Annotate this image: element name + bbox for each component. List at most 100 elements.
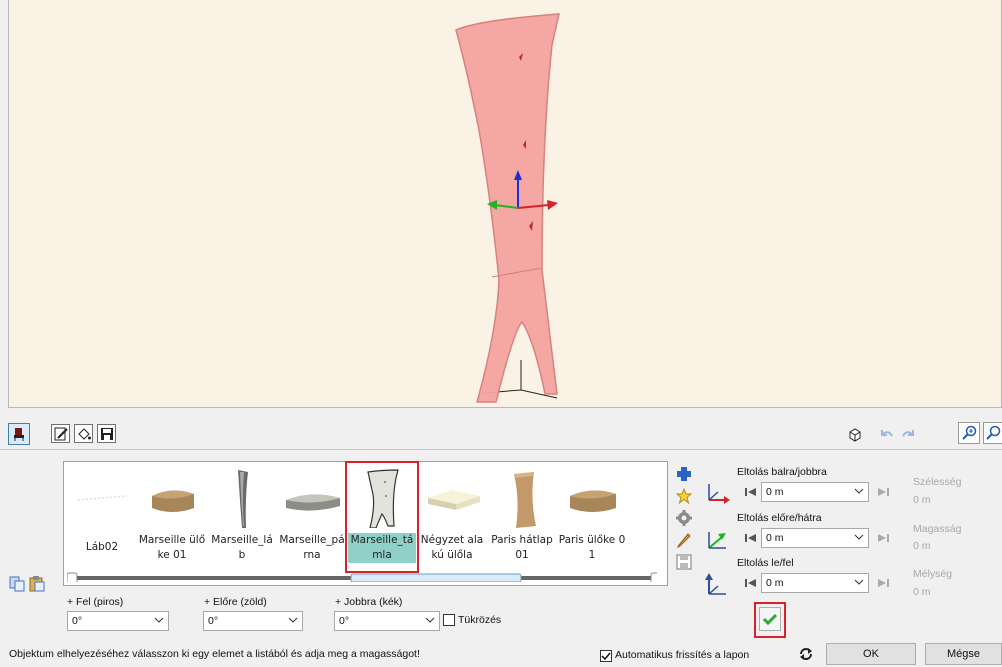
paris-seat-thumbnail <box>570 490 616 512</box>
zoom-out-button[interactable] <box>983 422 1002 444</box>
auto-refresh-checkbox[interactable] <box>600 650 612 662</box>
star-icon <box>676 488 692 504</box>
chair-back-model <box>455 13 560 403</box>
refresh-button[interactable] <box>794 643 818 665</box>
3d-viewport[interactable] <box>8 0 1002 408</box>
catalog-item-label: Láb02 <box>85 541 119 553</box>
rotation-forward-value: 0° <box>208 615 219 627</box>
undo-icon <box>880 429 893 437</box>
catalog-item-label: Marseille_párna <box>279 534 345 561</box>
status-hint: Objektum elhelyezéséhez válasszon ki egy… <box>9 648 420 660</box>
step-right-icon <box>878 579 889 587</box>
settings-button[interactable] <box>674 508 694 528</box>
offset-lr-select[interactable]: 0 m <box>761 482 869 502</box>
cube-view-icon <box>849 427 860 442</box>
copy-button[interactable] <box>7 574 27 594</box>
catalog-item-label: Marseille_láb <box>211 534 273 561</box>
zoom-in-button[interactable] <box>958 422 980 444</box>
copy-icon <box>9 576 25 592</box>
offset-ud-decrease-button[interactable] <box>741 573 761 593</box>
catalog-item[interactable]: Marseille ülőke 01 <box>138 464 206 570</box>
paste-icon <box>29 576 45 592</box>
redo-icon <box>901 429 914 437</box>
chevron-down-icon <box>288 617 298 623</box>
offset-lr-label: Eltolás balra/jobbra <box>737 466 827 478</box>
apply-button[interactable] <box>759 607 781 631</box>
offset-fb-select[interactable]: 0 m <box>761 528 869 548</box>
offset-ud-label: Eltolás le/fel <box>737 557 794 569</box>
catalog-item[interactable]: Négyzet alakú ülőla <box>418 464 486 570</box>
add-element-button[interactable] <box>674 464 694 484</box>
offset-lr-decrease-button[interactable] <box>741 482 761 502</box>
edit-element-button[interactable] <box>674 530 694 550</box>
chevron-down-icon <box>425 617 435 623</box>
catalog-item[interactable]: Paris hátlap 01 <box>488 464 556 570</box>
offset-fb-value: 0 m <box>766 532 784 544</box>
rotation-right-select[interactable]: 0° <box>334 611 440 631</box>
backrest-thumbnail <box>367 469 399 528</box>
rotation-up-value: 0° <box>72 615 83 627</box>
catalog-item-selected[interactable]: Marseille_támla <box>345 461 419 573</box>
checkmark-icon <box>601 652 611 661</box>
step-right-icon <box>878 488 889 496</box>
rotation-up-select[interactable]: 0° <box>67 611 169 631</box>
offset-ud-select[interactable]: 0 m <box>761 573 869 593</box>
checkmark-icon <box>763 613 777 625</box>
depth-label: Mélység <box>913 568 953 580</box>
leg-thumbnail <box>238 470 248 528</box>
cancel-button[interactable]: Mégse <box>925 643 1002 665</box>
add-icon <box>677 467 691 481</box>
ok-button[interactable]: OK <box>826 643 916 665</box>
height-value: 0 m <box>913 540 931 552</box>
offset-lr-increase-button[interactable] <box>873 482 893 502</box>
height-label: Magasság <box>913 523 962 535</box>
catalog-item-label: Négyzet alakú ülőla <box>420 534 484 561</box>
step-left-icon <box>745 488 756 496</box>
paint-bucket-icon <box>77 427 91 440</box>
offset-ud-increase-button[interactable] <box>873 573 893 593</box>
offset-fb-decrease-button[interactable] <box>741 528 761 548</box>
edit-tab-button[interactable] <box>51 424 70 443</box>
catalog-scrollbar[interactable] <box>67 572 657 582</box>
offset-lr-value: 0 m <box>766 486 784 498</box>
catalog-item[interactable]: Marseille_párna <box>278 464 346 570</box>
zoom-in-icon <box>962 425 977 440</box>
width-value: 0 m <box>913 494 931 506</box>
chair-object-icon <box>14 428 24 441</box>
width-label: Szélesség <box>913 476 962 488</box>
undo-button[interactable] <box>876 424 895 443</box>
mirror-checkbox[interactable] <box>443 614 455 626</box>
paste-button[interactable] <box>27 574 47 594</box>
step-left-icon <box>745 534 756 542</box>
catalog-item[interactable]: Paris ülőke 01 <box>558 464 626 570</box>
catalog-item-label: Paris hátlap 01 <box>491 534 553 561</box>
save-tab-button[interactable] <box>97 424 116 443</box>
pencil-icon <box>676 533 691 548</box>
element-catalog[interactable]: Láb02 Marseille ülőke 01 Marseille_láb M… <box>63 461 668 586</box>
rotation-up-label: + Fel (piros) <box>67 596 124 608</box>
rotation-forward-select[interactable]: 0° <box>203 611 303 631</box>
catalog-item-label: Marseille ülőke 01 <box>138 534 206 561</box>
refresh-icon <box>800 648 812 660</box>
chevron-down-icon <box>854 534 864 540</box>
catalog-item[interactable]: Marseille_láb <box>208 464 276 570</box>
offset-fb-increase-button[interactable] <box>873 528 893 548</box>
material-tab-button[interactable] <box>74 424 93 443</box>
chevron-down-icon <box>154 617 164 623</box>
object-tab-button[interactable] <box>8 423 30 445</box>
save-element-button[interactable] <box>674 552 694 572</box>
toolbar-divider <box>0 449 1002 450</box>
catalog-item-label: Paris ülőke 01 <box>558 534 626 561</box>
rotation-right-label: + Jobbra (kék) <box>335 596 403 608</box>
favorite-button[interactable] <box>674 486 694 506</box>
axis-lr-icon <box>708 484 730 504</box>
cube-view-button[interactable] <box>845 424 864 443</box>
offset-ud-value: 0 m <box>766 577 784 589</box>
step-left-icon <box>745 579 756 587</box>
square-seat-thumbnail <box>428 490 480 510</box>
save-icon <box>100 427 113 440</box>
axis-ud-icon <box>705 573 726 595</box>
catalog-item[interactable]: Láb02 <box>68 464 136 570</box>
redo-button[interactable] <box>899 424 918 443</box>
axis-fb-icon <box>708 532 726 549</box>
